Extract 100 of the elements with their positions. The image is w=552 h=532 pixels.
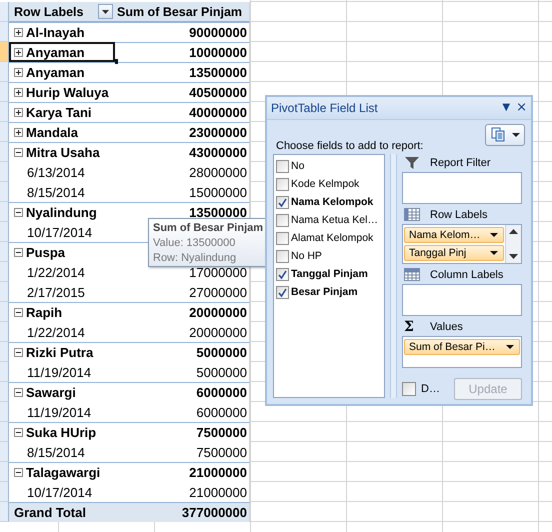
checkbox[interactable] — [276, 178, 289, 190]
scroll-down-icon[interactable] — [509, 254, 518, 259]
row-header[interactable] — [0, 302, 9, 322]
row-header[interactable] — [0, 442, 9, 462]
row-header[interactable] — [0, 142, 9, 162]
collapse-icon[interactable] — [14, 308, 23, 317]
row-header[interactable] — [0, 182, 9, 202]
row-header[interactable] — [0, 322, 9, 342]
value-cell: 17000000 — [189, 264, 247, 280]
row-header[interactable] — [0, 402, 9, 422]
caret-icon — [102, 10, 109, 14]
expand-icon[interactable] — [14, 28, 23, 37]
collapse-icon[interactable] — [14, 248, 23, 257]
row-header[interactable] — [0, 422, 9, 442]
field-label[interactable]: No HP — [291, 250, 322, 262]
row-header[interactable] — [0, 502, 9, 522]
scroll-up-icon[interactable] — [509, 229, 518, 234]
collapse-icon[interactable] — [14, 388, 23, 397]
collapse-icon[interactable] — [14, 468, 23, 477]
field-label[interactable]: Alamat Kelompok — [291, 232, 374, 244]
pane-splitter[interactable] — [390, 154, 397, 398]
group-label: Nyalindung — [26, 205, 97, 220]
checkbox[interactable] — [276, 268, 289, 280]
row-header[interactable] — [0, 202, 9, 222]
value-cell: 15000000 — [189, 184, 247, 200]
field-label[interactable]: Nama Ketua Kel… — [291, 214, 378, 226]
row-header[interactable] — [0, 162, 9, 182]
checkbox[interactable] — [276, 214, 289, 226]
drop-area[interactable]: Sum of Besar Pi… — [402, 336, 522, 368]
row-header[interactable] — [0, 22, 9, 42]
area-label: Row Labels — [430, 208, 488, 220]
row-header[interactable] — [0, 262, 9, 282]
drop-area[interactable] — [402, 172, 522, 204]
group-total: 10000000 — [189, 45, 247, 60]
group-total: 40500000 — [189, 85, 247, 100]
close-button[interactable]: × — [514, 101, 529, 115]
field-label[interactable]: No — [291, 160, 304, 172]
field-label[interactable]: Besar Pinjam — [291, 286, 358, 298]
defer-label[interactable]: D… — [421, 383, 440, 395]
layout-button[interactable] — [485, 124, 525, 146]
field-chip[interactable]: Tanggal Pinj — [404, 245, 504, 261]
expand-icon[interactable] — [14, 88, 23, 97]
row-header[interactable] — [0, 282, 9, 302]
row-header[interactable] — [0, 102, 9, 122]
checkbox[interactable] — [276, 196, 289, 208]
caret-icon — [512, 133, 520, 137]
checkbox[interactable] — [276, 286, 289, 298]
row-header[interactable] — [0, 342, 9, 362]
group-label: Talagawargi — [26, 465, 100, 480]
pane-menu-button[interactable]: ▼ — [500, 101, 512, 115]
columns-grid-icon — [404, 268, 420, 281]
row-header[interactable] — [0, 2, 9, 22]
row-header[interactable] — [0, 382, 9, 402]
group-label: Anyaman — [26, 65, 85, 80]
group-total: 40000000 — [189, 105, 247, 120]
row-header[interactable] — [0, 82, 9, 102]
group-label: Puspa — [26, 245, 66, 260]
value-cell: 21000000 — [189, 484, 247, 500]
row-header[interactable] — [0, 242, 9, 262]
field-chip[interactable]: Sum of Besar Pi… — [404, 339, 520, 355]
filter-dropdown-button[interactable] — [98, 4, 113, 19]
group-label: Mitra Usaha — [26, 145, 100, 160]
date-label: 10/17/2014 — [26, 224, 92, 240]
rows-grid-icon — [404, 208, 420, 221]
field-chip[interactable]: Nama Kelom… — [404, 227, 504, 243]
tooltip-line: Value: 13500000 — [153, 236, 236, 251]
row-header[interactable] — [0, 362, 9, 382]
row-header[interactable] — [0, 462, 9, 482]
value-cell: 7500000 — [196, 444, 247, 460]
column-header: Row Labels — [14, 4, 84, 18]
group-label: Suka HUrip — [26, 425, 96, 440]
drop-area[interactable]: Nama Kelom… Tanggal Pinj — [402, 224, 522, 264]
field-label[interactable]: Nama Kelompok — [291, 196, 374, 208]
collapse-icon[interactable] — [14, 348, 23, 357]
field-label[interactable]: Kode Kelmpok — [291, 178, 360, 190]
checkbox[interactable] — [276, 232, 289, 244]
collapse-icon[interactable] — [14, 148, 23, 157]
expand-icon[interactable] — [14, 68, 23, 77]
expand-icon[interactable] — [14, 128, 23, 137]
field-label[interactable]: Tanggal Pinjam — [291, 268, 368, 280]
group-total: 6000000 — [196, 385, 247, 400]
value-cell: 20000000 — [189, 324, 247, 340]
row-header[interactable] — [0, 482, 9, 502]
group-label: Rizki Putra — [26, 345, 94, 360]
checkbox[interactable] — [276, 160, 289, 172]
collapse-icon[interactable] — [14, 428, 23, 437]
row-header[interactable] — [0, 42, 9, 62]
expand-icon[interactable] — [14, 48, 23, 57]
checkbox[interactable] — [276, 250, 289, 262]
group-total: 7500000 — [196, 425, 247, 440]
row-header[interactable] — [0, 222, 9, 242]
date-label: 1/22/2014 — [26, 324, 85, 340]
expand-icon[interactable] — [14, 108, 23, 117]
value-cell: 27000000 — [189, 284, 247, 300]
row-header[interactable] — [0, 122, 9, 142]
collapse-icon[interactable] — [14, 208, 23, 217]
checkbox[interactable] — [402, 382, 416, 396]
scrollbar[interactable] — [505, 225, 521, 263]
drop-area[interactable] — [402, 284, 522, 316]
row-header[interactable] — [0, 62, 9, 82]
